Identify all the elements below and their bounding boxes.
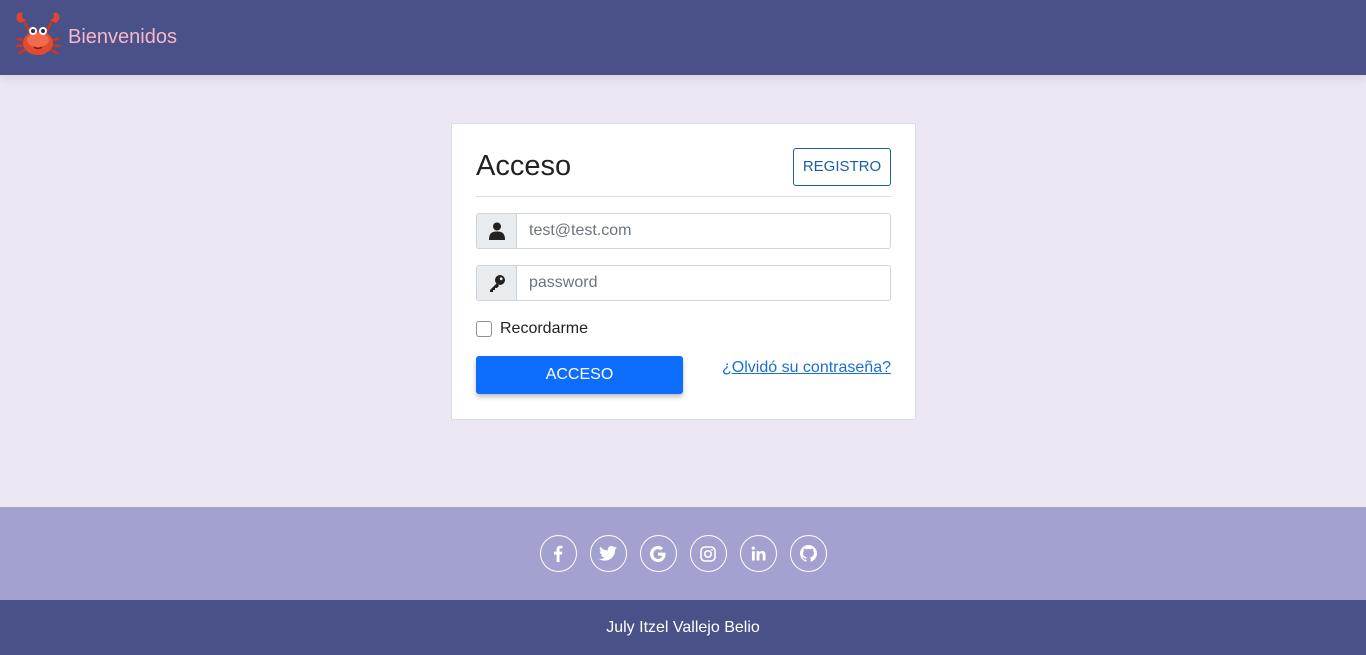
footer-author: July Itzel Vallejo Belio — [606, 618, 760, 636]
login-button[interactable]: ACCESO — [476, 356, 683, 394]
instagram-icon[interactable] — [689, 535, 727, 572]
brand-title: Bienvenidos — [68, 26, 177, 48]
twitter-icon[interactable] — [589, 535, 627, 572]
brand-link[interactable]: Bienvenidos — [12, 9, 177, 66]
remember-me: Recordarme — [476, 320, 891, 338]
github-icon[interactable] — [789, 535, 827, 572]
crab-icon — [12, 9, 64, 66]
password-field[interactable] — [517, 266, 890, 300]
login-actions: ACCESO ¿Olvidó su contraseña? — [476, 356, 891, 394]
footer: July Itzel Vallejo Belio — [0, 600, 1366, 655]
page-title: Acceso — [476, 150, 572, 182]
password-input-group — [476, 265, 891, 301]
remember-label: Recordarme — [500, 320, 589, 337]
google-icon[interactable] — [639, 535, 677, 572]
login-card: Acceso REGISTRO test@test.com Recordarme… — [451, 123, 916, 420]
email-input-group — [476, 213, 891, 249]
facebook-icon[interactable] — [539, 535, 577, 572]
forgot-password-link[interactable]: ¿Olvidó su contraseña? — [722, 359, 891, 377]
social-bar — [0, 507, 1366, 600]
main-content: Acceso REGISTRO test@test.com Recordarme… — [0, 75, 1366, 507]
email-field[interactable] — [517, 214, 890, 248]
navbar: Bienvenidos — [0, 0, 1366, 75]
linkedin-icon[interactable] — [739, 535, 777, 572]
register-button[interactable]: REGISTRO — [793, 147, 891, 186]
key-icon — [477, 266, 517, 300]
remember-checkbox[interactable] — [476, 321, 492, 337]
user-icon — [477, 214, 517, 248]
login-card-header: Acceso REGISTRO — [476, 147, 891, 197]
